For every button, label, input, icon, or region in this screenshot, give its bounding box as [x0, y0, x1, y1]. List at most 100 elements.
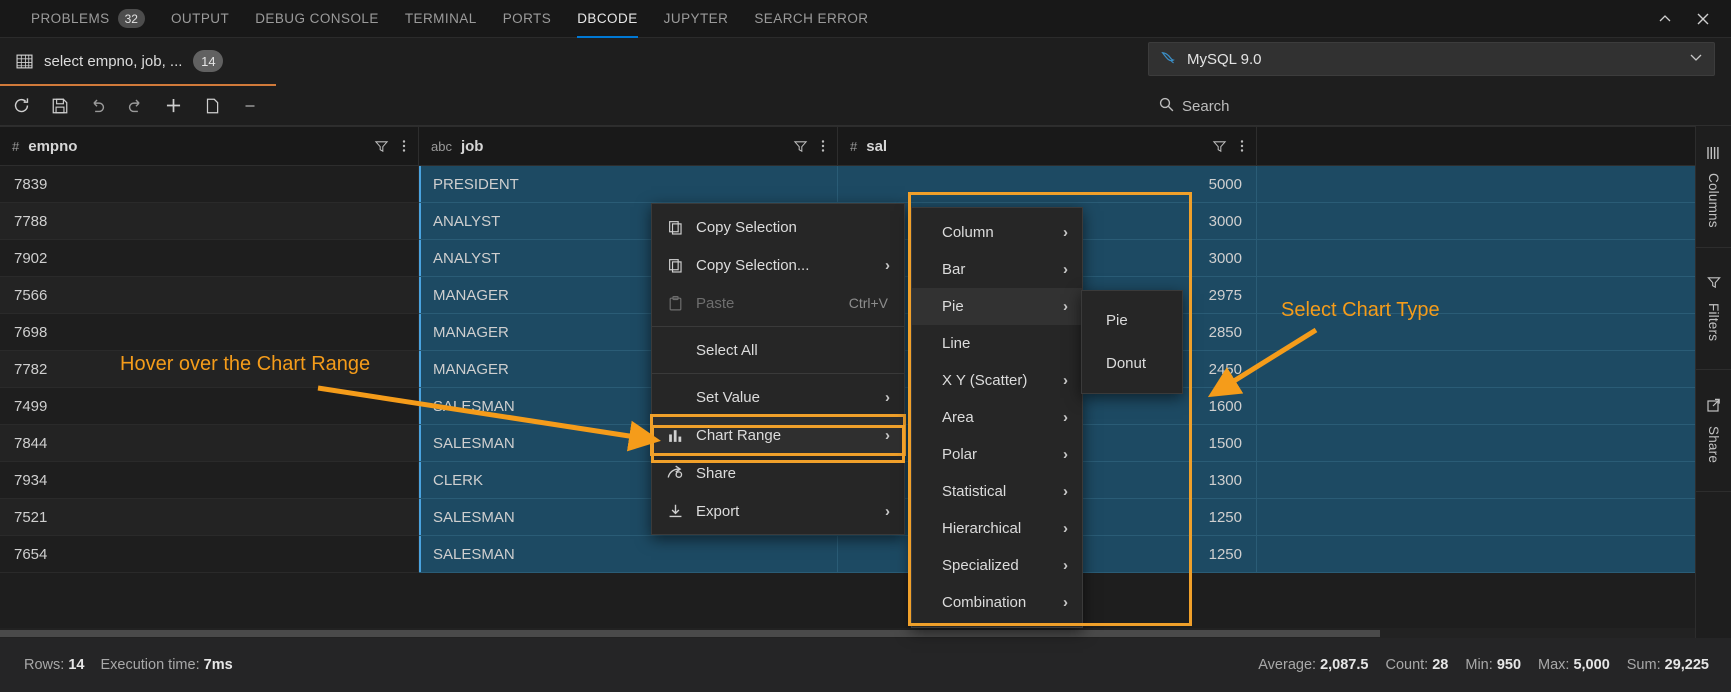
rail-item-columns[interactable]: Columns: [1695, 126, 1731, 248]
chart-type-label: Bar: [942, 261, 966, 278]
chart-type-area[interactable]: Area ›: [912, 399, 1082, 436]
column-header-empno[interactable]: # empno: [0, 127, 419, 165]
status-exec-value: 7ms: [203, 657, 233, 673]
column-header-label: job: [460, 137, 484, 155]
cell-empno[interactable]: 7934: [0, 462, 419, 499]
chart-type-label: Area: [942, 409, 974, 426]
cell-empno[interactable]: 7654: [0, 536, 419, 573]
panel-tab-label: SEARCH ERROR: [754, 11, 869, 26]
status-sum-value: 29,225: [1664, 657, 1709, 673]
chevron-right-icon: ›: [1063, 594, 1068, 611]
cell-empno[interactable]: 7839: [0, 166, 419, 203]
chart-type-label: Line: [942, 335, 971, 352]
panel-tab-label: TERMINAL: [404, 11, 477, 26]
column-menu-icon[interactable]: [1240, 138, 1244, 154]
cell-sal[interactable]: 5000: [838, 166, 1257, 203]
menu-item-label: Set Value: [696, 388, 760, 406]
table-row[interactable]: 7839 PRESIDENT 5000: [0, 166, 1731, 203]
delete-row-button[interactable]: [234, 90, 265, 121]
horizontal-scroll-thumb[interactable]: [0, 630, 1380, 637]
column-header-label: sal: [866, 137, 888, 155]
rail-item-label: Filters: [1706, 303, 1721, 342]
panel-tab-ports[interactable]: PORTS: [490, 0, 565, 38]
panel-tab-problems[interactable]: PROBLEMS 32: [18, 0, 158, 38]
chart-type-line[interactable]: Line: [912, 325, 1082, 362]
redo-button[interactable]: [120, 90, 151, 121]
save-button[interactable]: [44, 90, 75, 121]
connection-selector[interactable]: MySQL 9.0: [1148, 42, 1715, 76]
chart-type-pie[interactable]: Pie ›: [912, 288, 1082, 325]
chart-bars-icon: [666, 427, 684, 444]
panel-tab-badge: 32: [117, 9, 145, 28]
refresh-button[interactable]: [6, 90, 37, 121]
status-rows-label: Rows:: [24, 657, 65, 673]
status-max-value: 5,000: [1573, 657, 1610, 673]
column-header-sal[interactable]: # sal: [838, 127, 1257, 165]
chart-type-hierarchical[interactable]: Hierarchical ›: [912, 510, 1082, 547]
chevron-right-icon: ›: [885, 426, 890, 444]
duplicate-row-button[interactable]: [196, 90, 227, 121]
chevron-up-icon[interactable]: [1655, 9, 1675, 29]
chart-type-x-y-scatter[interactable]: X Y (Scatter) ›: [912, 362, 1082, 399]
cell-job[interactable]: PRESIDENT: [419, 166, 838, 203]
menu-item-export[interactable]: Export ›: [652, 492, 904, 530]
add-row-button[interactable]: [158, 90, 189, 121]
menu-item-copy-selection[interactable]: Copy Selection: [652, 208, 904, 246]
chart-type-polar[interactable]: Polar ›: [912, 436, 1082, 473]
cell-empno[interactable]: 7566: [0, 277, 419, 314]
search-input[interactable]: Search: [1148, 90, 1715, 122]
rail-item-filters[interactable]: Filters: [1695, 248, 1731, 370]
chart-type-specialized[interactable]: Specialized ›: [912, 547, 1082, 584]
status-min-value: 950: [1496, 657, 1522, 673]
panel-tab-output[interactable]: OUTPUT: [158, 0, 242, 38]
chevron-down-icon[interactable]: [1688, 49, 1704, 69]
chart-type-statistical[interactable]: Statistical ›: [912, 473, 1082, 510]
cell-empno[interactable]: 7782: [0, 351, 419, 388]
cell-empno[interactable]: 7698: [0, 314, 419, 351]
filter-icon[interactable]: [793, 139, 808, 154]
menu-item-set-value[interactable]: Set Value ›: [652, 378, 904, 416]
pie-option-donut[interactable]: Donut: [1082, 342, 1182, 385]
filter-icon[interactable]: [374, 139, 389, 154]
cell-spacer: [1257, 462, 1731, 499]
column-header-label: empno: [28, 137, 78, 155]
chevron-right-icon: ›: [885, 502, 890, 520]
chart-type-bar[interactable]: Bar ›: [912, 251, 1082, 288]
menu-item-select-all[interactable]: Select All: [652, 331, 904, 369]
cell-job[interactable]: SALESMAN: [419, 536, 838, 573]
panel-tab-dbcode[interactable]: DBCODE: [564, 0, 650, 38]
cell-empno[interactable]: 7788: [0, 203, 419, 240]
filter-icon[interactable]: [1212, 139, 1227, 154]
cell-empno[interactable]: 7902: [0, 240, 419, 277]
menu-item-share[interactable]: Share: [652, 454, 904, 492]
chevron-right-icon: ›: [1063, 372, 1068, 389]
column-menu-icon[interactable]: [402, 138, 406, 154]
column-header-job[interactable]: abc job: [419, 127, 838, 165]
chevron-right-icon: ›: [1063, 520, 1068, 537]
close-icon[interactable]: [1693, 9, 1713, 29]
panel-tab-label: OUTPUT: [170, 11, 230, 26]
chart-type-combination[interactable]: Combination ›: [912, 584, 1082, 621]
panel-tab-jupyter[interactable]: JUPYTER: [651, 0, 742, 38]
menu-item-chart-range[interactable]: Chart Range ›: [650, 414, 906, 456]
table-row[interactable]: 7654 SALESMAN 1250: [0, 536, 1731, 573]
dbcode-result-grid-panel: PROBLEMS 32 OUTPUT DEBUG CONSOLE TERMINAL POR…: [0, 0, 1731, 692]
panel-tab-search-error[interactable]: SEARCH ERROR: [741, 0, 881, 38]
horizontal-scrollbar[interactable]: [0, 628, 1717, 638]
column-menu-icon[interactable]: [821, 138, 825, 154]
undo-button[interactable]: [82, 90, 113, 121]
chevron-right-icon: ›: [1063, 557, 1068, 574]
cell-empno[interactable]: 7499: [0, 388, 419, 425]
rail-item-share[interactable]: Share: [1695, 370, 1731, 492]
panel-tab-debug-console[interactable]: DEBUG CONSOLE: [242, 0, 392, 38]
query-tab[interactable]: select empno, job, ... 14: [0, 38, 276, 86]
status-average-value: 2,087.5: [1320, 657, 1369, 673]
panel-tab-terminal[interactable]: TERMINAL: [392, 0, 490, 38]
chart-type-column[interactable]: Column ›: [912, 214, 1082, 251]
pie-option-pie[interactable]: Pie: [1082, 299, 1182, 342]
cell-empno[interactable]: 7521: [0, 499, 419, 536]
menu-item-copy-selection[interactable]: Copy Selection... ›: [652, 246, 904, 284]
right-activity-rail: Columns Filters Share: [1695, 126, 1731, 638]
column-header-spacer: [1257, 127, 1731, 165]
cell-empno[interactable]: 7844: [0, 425, 419, 462]
